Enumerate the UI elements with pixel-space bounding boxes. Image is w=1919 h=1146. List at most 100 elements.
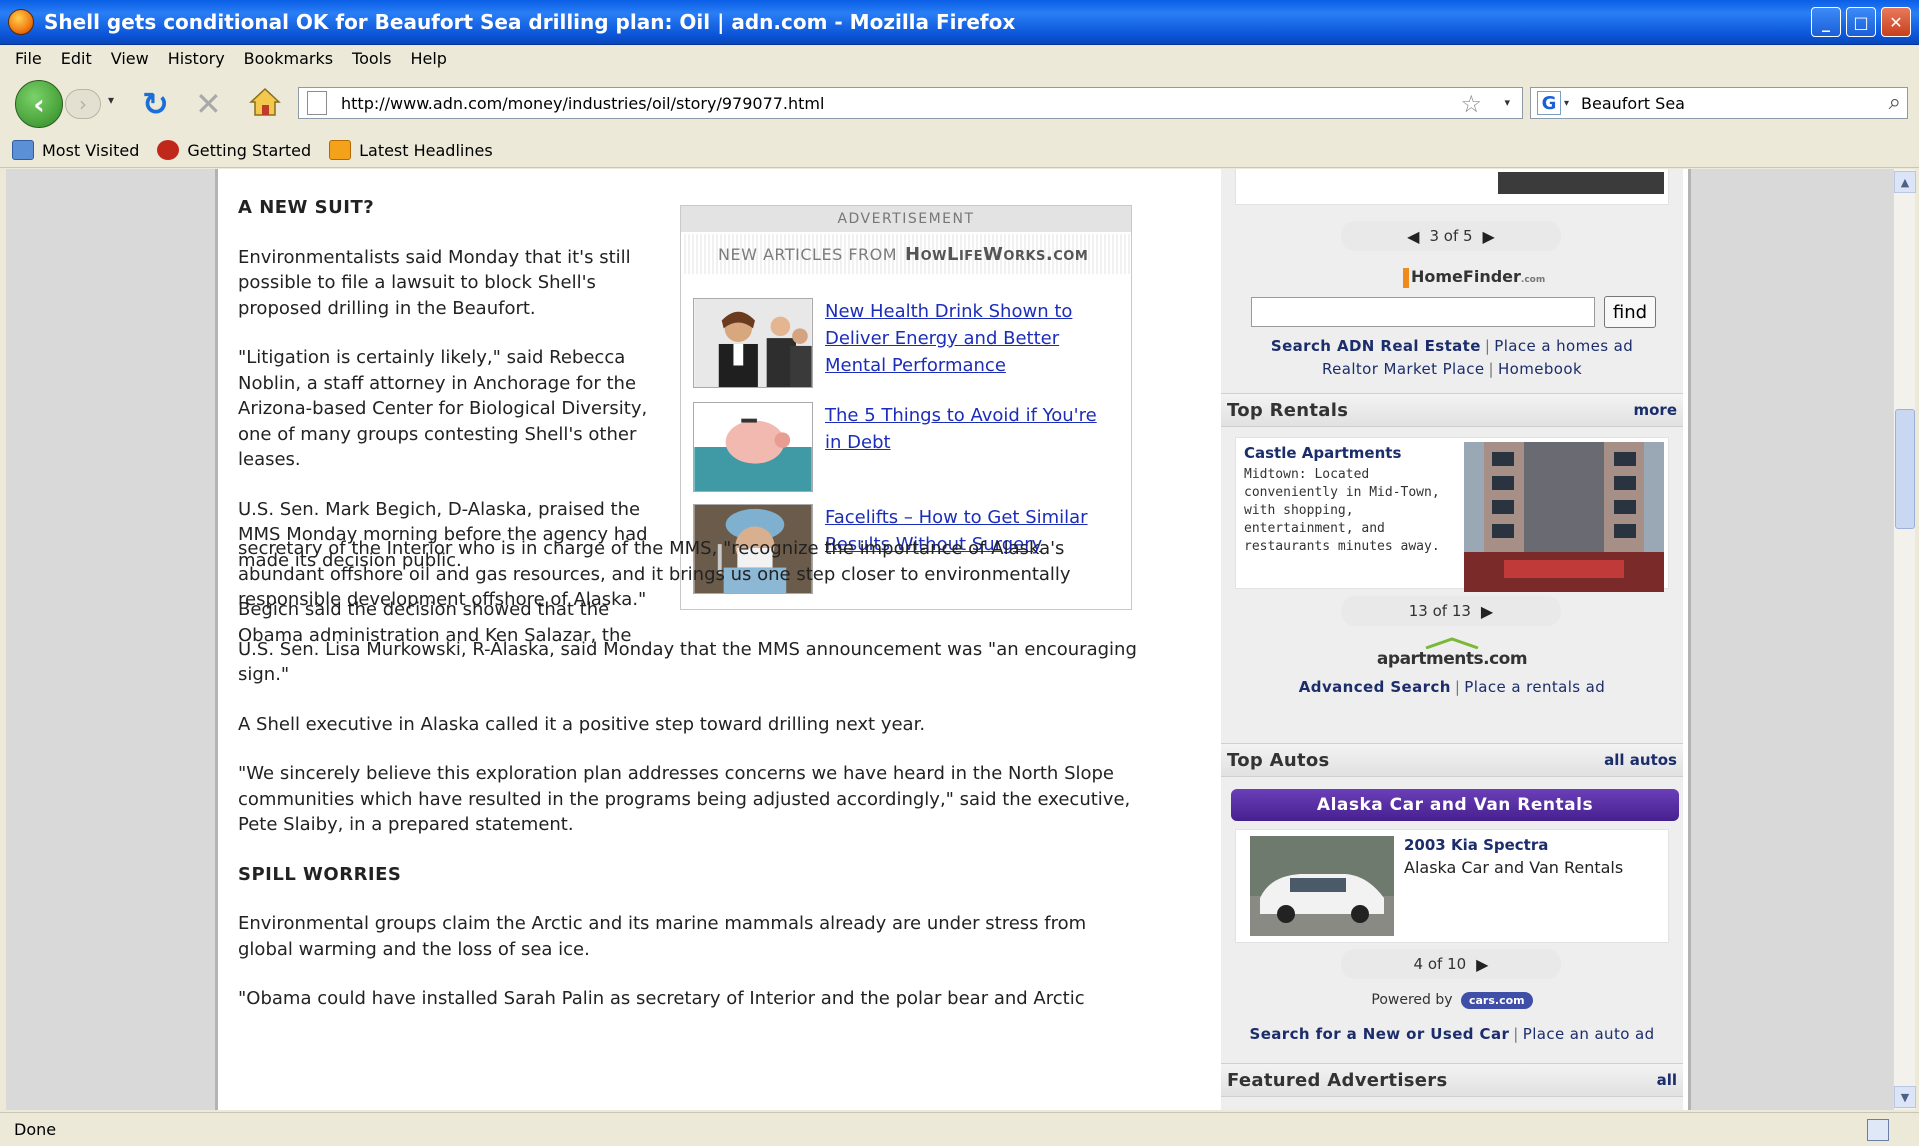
scrollbar-thumb[interactable]: [1895, 409, 1915, 529]
firefox-icon: [8, 9, 34, 35]
rental-card[interactable]: Castle Apartments Midtown: Located conve…: [1235, 437, 1669, 592]
article-body: secretary of the Interior who is in char…: [238, 536, 1138, 1012]
menu-bookmarks[interactable]: Bookmarks: [244, 49, 333, 68]
window-controls: _ □ ✕: [1811, 7, 1911, 37]
all-autos-link[interactable]: all autos: [1604, 751, 1677, 769]
home-photo[interactable]: [1498, 172, 1664, 194]
page-viewport: A NEW SUIT? Environmentalists said Monda…: [6, 169, 1893, 1110]
menu-view[interactable]: View: [111, 49, 149, 68]
url-bar[interactable]: http://www.adn.com/money/industries/oil/…: [298, 87, 1523, 119]
navigation-toolbar: ‹ › ▾ ↻ ✕ http://www.adn.com/money/indus…: [0, 71, 1919, 133]
article-paragraph: "Obama could have installed Sarah Palin …: [238, 988, 1085, 1009]
section-heading-new-suit: A NEW SUIT?: [238, 197, 375, 218]
ad-item[interactable]: The 5 Things to Avoid if You're in Debt: [693, 402, 1123, 492]
apartments-com-logo[interactable]: apartments.com: [1221, 637, 1683, 669]
ad-header: NEW ARTICLES FROM HowLifeWorks.com: [682, 234, 1130, 274]
autos-links: Search for a New or Used Car | Place an au…: [1249, 1025, 1655, 1043]
scroll-down-icon[interactable]: ▼: [1894, 1086, 1916, 1108]
menu-history[interactable]: History: [168, 49, 225, 68]
close-button[interactable]: ✕: [1881, 7, 1911, 37]
forward-button[interactable]: ›: [65, 89, 101, 119]
place-homes-ad-link[interactable]: Place a homes ad: [1494, 337, 1633, 355]
bookmark-latest-headlines[interactable]: Latest Headlines: [329, 140, 493, 160]
rentals-pager: 13 of 13 ▶: [1341, 596, 1561, 626]
rentals-more-link[interactable]: more: [1633, 401, 1677, 419]
autos-pager: 4 of 10 ▶: [1341, 949, 1561, 979]
featured-all-link[interactable]: all: [1657, 1071, 1677, 1089]
web-page: A NEW SUIT? Environmentalists said Monda…: [215, 169, 1691, 1110]
bookmark-most-visited[interactable]: Most Visited: [12, 140, 139, 160]
search-real-estate-link[interactable]: Search ADN Real Estate: [1271, 337, 1481, 355]
car-photo[interactable]: [1250, 836, 1394, 936]
search-engine-dropdown-icon[interactable]: ▾: [1564, 98, 1569, 109]
place-rentals-ad-link[interactable]: Place a rentals ad: [1464, 678, 1605, 696]
top-autos-header: Top Autos all autos: [1221, 743, 1683, 777]
bookmarks-bar: Most Visited Getting Started Latest Head…: [0, 133, 1919, 168]
url-dropdown-icon[interactable]: ▾: [1504, 96, 1510, 109]
bookmark-getting-started[interactable]: Getting Started: [157, 140, 311, 160]
menu-tools[interactable]: Tools: [352, 49, 391, 68]
history-dropdown-icon[interactable]: ▾: [108, 93, 114, 107]
window-title: Shell gets conditional OK for Beaufort S…: [44, 10, 1016, 34]
search-icon[interactable]: ⌕: [1889, 90, 1901, 115]
search-input[interactable]: Beaufort Sea: [1581, 94, 1685, 113]
featured-advertisers-header: Featured Advertisers all: [1221, 1063, 1683, 1097]
ad-link-debt[interactable]: The 5 Things to Avoid if You're in Debt: [825, 402, 1115, 456]
roof-icon: [1425, 637, 1479, 649]
rental-description: Midtown: Located conveniently in Mid-Tow…: [1244, 467, 1440, 554]
piggy-bank-thumbnail[interactable]: [693, 402, 813, 492]
url-text[interactable]: http://www.adn.com/money/industries/oil/…: [341, 94, 824, 113]
homefinder-logo[interactable]: HomeFinder.com: [1403, 267, 1545, 288]
home-icon[interactable]: [249, 87, 281, 117]
article-paragraph: U.S. Sen. Lisa Murkowski, R-Alaska, said…: [238, 638, 1137, 686]
car-name[interactable]: 2003 Kia Spectra: [1404, 836, 1548, 854]
title-bar: Shell gets conditional OK for Beaufort S…: [0, 0, 1919, 45]
ad-item[interactable]: New Health Drink Shown to Deliver Energy…: [693, 298, 1123, 388]
homebook-link[interactable]: Homebook: [1498, 360, 1582, 378]
rental-name[interactable]: Castle Apartments: [1244, 444, 1401, 462]
maximize-button[interactable]: □: [1846, 7, 1876, 37]
vertical-scrollbar[interactable]: ▲ ▼: [1893, 169, 1916, 1110]
back-button[interactable]: ‹: [15, 80, 63, 128]
page-icon: [307, 91, 327, 115]
right-sidebar: ◀ 3 of 5 ▶ HomeFinder.com find Search AD…: [1221, 169, 1683, 1110]
menu-edit[interactable]: Edit: [61, 49, 92, 68]
scroll-up-icon[interactable]: ▲: [1894, 171, 1916, 193]
apartment-building-photo[interactable]: [1464, 442, 1664, 592]
business-people-thumbnail[interactable]: [693, 298, 813, 388]
real-estate-search-input[interactable]: [1251, 297, 1595, 327]
place-auto-ad-link[interactable]: Place an auto ad: [1523, 1025, 1655, 1043]
auto-card[interactable]: 2003 Kia Spectra Alaska Car and Van Rent…: [1235, 829, 1669, 943]
stop-button[interactable]: ✕: [195, 85, 222, 123]
dealer-banner[interactable]: Alaska Car and Van Rentals: [1231, 789, 1679, 821]
next-arrow-icon[interactable]: ▶: [1476, 955, 1488, 974]
search-engine-icon[interactable]: G: [1537, 91, 1561, 115]
search-bar[interactable]: G ▾ Beaufort Sea ⌕: [1530, 87, 1908, 119]
search-car-link[interactable]: Search for a New or Used Car: [1249, 1025, 1509, 1043]
homes-card[interactable]: [1235, 169, 1669, 205]
next-arrow-icon[interactable]: ▶: [1483, 227, 1495, 246]
status-text: Done: [14, 1120, 57, 1139]
menu-file[interactable]: File: [15, 49, 42, 68]
popup-blocker-icon[interactable]: [1867, 1119, 1889, 1141]
prev-arrow-icon[interactable]: ◀: [1407, 227, 1419, 246]
bookmark-star-icon[interactable]: ☆: [1460, 90, 1482, 118]
find-button[interactable]: find: [1604, 296, 1656, 328]
realtor-market-link[interactable]: Realtor Market Place: [1322, 360, 1485, 378]
rentals-links: Advanced Search | Place a rentals ad: [1298, 678, 1606, 696]
minimize-button[interactable]: _: [1811, 7, 1841, 37]
most-visited-icon: [12, 140, 34, 160]
ad-link-health-drink[interactable]: New Health Drink Shown to Deliver Energy…: [825, 298, 1115, 379]
homes-pager: ◀ 3 of 5 ▶: [1341, 221, 1561, 251]
article-paragraph: secretary of the Interior who is in char…: [238, 538, 1071, 610]
status-bar: Done: [0, 1112, 1919, 1146]
menu-help[interactable]: Help: [410, 49, 446, 68]
howlifeworks-logo[interactable]: HowLifeWorks.com: [905, 244, 1088, 265]
next-arrow-icon[interactable]: ▶: [1481, 602, 1493, 621]
reload-button[interactable]: ↻: [142, 85, 169, 123]
powered-by: Powered by cars.com: [1221, 992, 1683, 1009]
menu-bar: File Edit View History Bookmarks Tools H…: [0, 45, 1919, 71]
cars-com-logo[interactable]: cars.com: [1460, 992, 1533, 1009]
article-paragraph: "We sincerely believe this exploration p…: [238, 763, 1131, 835]
advanced-search-link[interactable]: Advanced Search: [1299, 678, 1451, 696]
